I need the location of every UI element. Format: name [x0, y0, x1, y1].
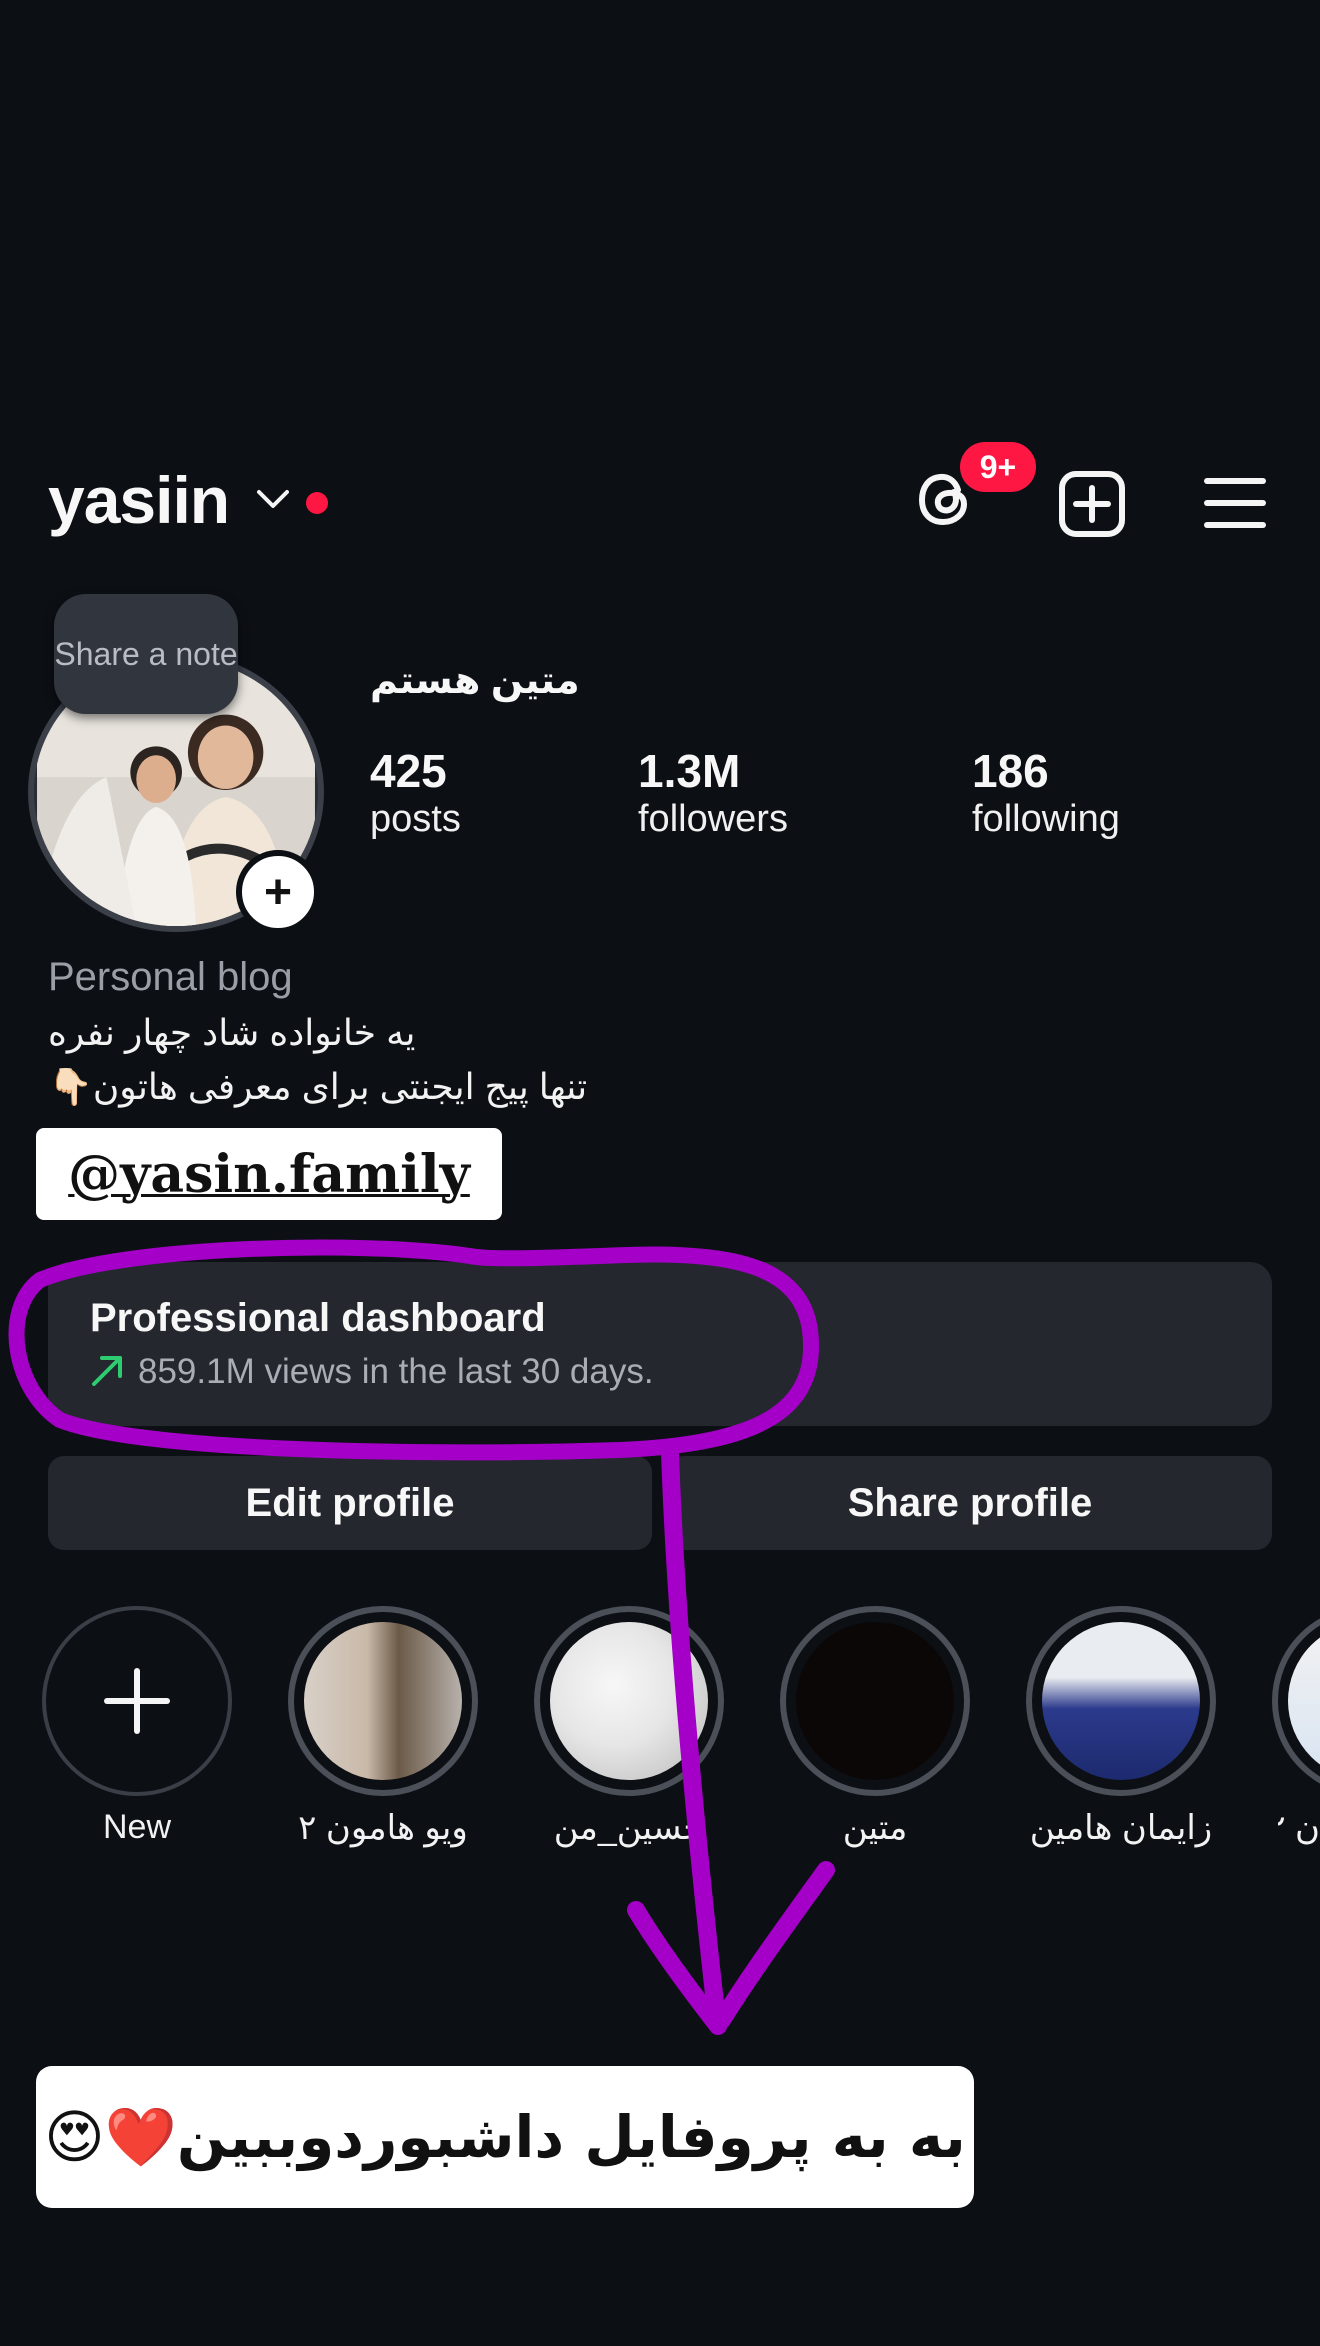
dashboard-subtitle: 859.1M views in the last 30 days.: [138, 1352, 654, 1391]
highlight-cover: [304, 1622, 462, 1780]
trend-up-arrow-icon: [92, 1356, 122, 1386]
plus-icon: [104, 1668, 170, 1734]
handle-sticker-text: @yasin.family: [68, 1143, 470, 1205]
notification-badge: 9+: [960, 442, 1036, 492]
highlight-item[interactable]: [534, 1606, 724, 1796]
highlight-cover: [1288, 1622, 1320, 1780]
stat-followers[interactable]: 1.3M followers: [638, 744, 788, 841]
highlight-label: New: [102, 1808, 172, 1846]
stat-label: followers: [638, 798, 788, 840]
share-profile-button[interactable]: Share profile: [668, 1456, 1272, 1550]
profile-category: Personal blog: [48, 955, 293, 999]
stat-posts[interactable]: 425 posts: [370, 744, 461, 841]
unread-dot: [306, 492, 328, 514]
stat-value: 425: [370, 745, 447, 797]
highlight-label: حسین_من: [553, 1809, 705, 1847]
add-story-icon[interactable]: +: [236, 850, 320, 934]
stat-value: 1.3M: [638, 745, 741, 797]
stat-following[interactable]: 186 following: [972, 744, 1120, 841]
highlight-label: ن ۲: [1278, 1809, 1320, 1847]
highlight-new-button[interactable]: [42, 1606, 232, 1796]
edit-profile-button[interactable]: Edit profile: [48, 1456, 652, 1550]
dashboard-title: Professional dashboard: [90, 1296, 546, 1340]
highlight-item-partial[interactable]: [1272, 1606, 1320, 1796]
chevron-down-icon[interactable]: [256, 488, 290, 510]
bio-line: یه خانواده شاد چهار نفره: [48, 1012, 416, 1053]
highlight-label: ویو هامون ۲: [298, 1809, 468, 1847]
highlight-cover: [550, 1622, 708, 1780]
professional-dashboard-card[interactable]: [48, 1262, 1272, 1426]
stat-label: following: [972, 798, 1120, 840]
highlight-label: زایمان هامین: [1029, 1809, 1213, 1847]
add-post-icon[interactable]: [1058, 470, 1126, 538]
highlight-item[interactable]: [288, 1606, 478, 1796]
caption-sticker: به به پروفایل داشبوردوببین❤️😍: [36, 2066, 974, 2208]
highlight-cover: [796, 1622, 954, 1780]
highlight-cover: [1042, 1622, 1200, 1780]
highlight-item[interactable]: [780, 1606, 970, 1796]
stat-value: 186: [972, 745, 1049, 797]
menu-icon[interactable]: [1204, 476, 1266, 530]
highlight-item[interactable]: [1026, 1606, 1216, 1796]
username-switcher[interactable]: yasiin: [48, 462, 230, 538]
highlight-label: متین: [842, 1809, 908, 1847]
display-name: متین هستم: [370, 660, 580, 702]
bio-line: تنها پیج ایجنتی برای معرفی هاتون👇🏻: [48, 1066, 588, 1107]
handle-sticker: @yasin.family: [36, 1128, 502, 1220]
share-note-bubble[interactable]: Share a note: [54, 594, 238, 714]
stat-label: posts: [370, 798, 461, 840]
